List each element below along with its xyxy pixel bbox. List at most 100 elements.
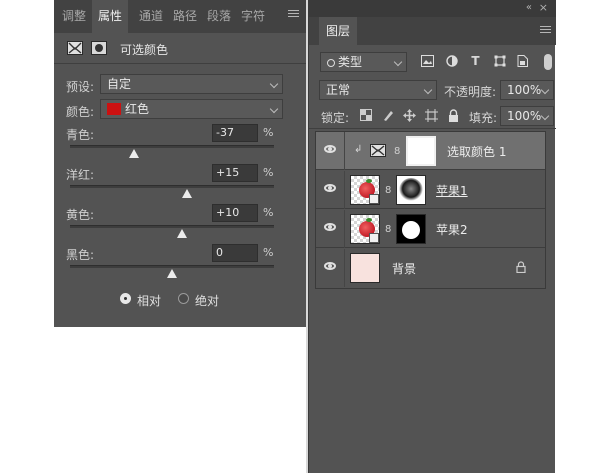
row-divider	[344, 210, 345, 248]
visibility-eye-icon[interactable]	[324, 223, 336, 231]
layers-list: ↲ 8 选取颜色 1 8 苹果1 8 苹果2 背景	[315, 131, 546, 289]
visibility-eye-icon[interactable]	[324, 145, 336, 153]
yellow-value-input[interactable]: +10	[212, 204, 258, 222]
link-chain-icon[interactable]: 8	[385, 224, 391, 235]
layer-row-selective-color[interactable]: ↲ 8 选取颜色 1	[316, 132, 545, 170]
apple-leaf	[366, 218, 372, 222]
pixel-filter-icon[interactable]	[421, 55, 434, 67]
preset-value: 自定	[107, 77, 132, 91]
link-chain-icon[interactable]: 8	[394, 146, 400, 157]
search-icon	[327, 59, 335, 67]
preset-select[interactable]: 自定	[100, 74, 283, 94]
properties-tab-bar: 调整 属性 通道 路径 段落 字符	[54, 0, 306, 33]
smart-object-filter-icon[interactable]	[516, 55, 529, 67]
filter-kind-select[interactable]: 类型	[320, 52, 407, 72]
close-icon[interactable]: ×	[539, 1, 548, 14]
row-divider	[344, 171, 345, 209]
panel-menu-icon[interactable]	[288, 10, 300, 22]
lock-position-icon[interactable]	[403, 109, 416, 122]
blend-mode-value: 正常	[326, 83, 351, 97]
layer-thumbnail[interactable]	[350, 253, 380, 283]
layer-filter-row: 类型 T	[309, 45, 556, 77]
chevron-down-icon	[540, 85, 550, 95]
layer-row-apple-2[interactable]: 8 苹果2	[316, 210, 545, 248]
selective-color-adjustment-icon[interactable]	[67, 41, 83, 55]
colors-select[interactable]: 红色	[100, 99, 283, 119]
yellow-slider-thumb[interactable]	[177, 229, 188, 238]
fill-input[interactable]: 100%	[500, 106, 554, 126]
yellow-unit: %	[263, 206, 274, 219]
lock-row: 锁定: 填充: 100%	[309, 103, 556, 129]
lock-transparent-pixels-icon[interactable]	[359, 109, 372, 122]
layers-tab-bar: 图层	[309, 17, 556, 45]
black-slider-track[interactable]	[70, 265, 274, 268]
adjustment-filter-icon[interactable]	[445, 55, 458, 67]
tab-paragraph[interactable]: 段落	[202, 0, 236, 33]
relative-radio[interactable]	[120, 293, 131, 304]
panel-menu-icon[interactable]	[540, 26, 552, 38]
layer-mask-thumbnail[interactable]	[396, 175, 426, 205]
layer-name[interactable]: 选取颜色 1	[447, 143, 506, 160]
layer-thumbnail[interactable]	[350, 175, 380, 205]
tab-properties[interactable]: 属性	[92, 0, 128, 33]
opacity-value: 100%	[507, 83, 542, 97]
colors-value: 红色	[125, 102, 150, 116]
tab-adjustments[interactable]: 调整	[58, 0, 90, 33]
colors-label: 颜色:	[66, 105, 95, 119]
link-chain-icon[interactable]: 8	[385, 185, 391, 196]
black-slider-thumb[interactable]	[167, 269, 177, 278]
layers-panel: « × 图层 类型 T 正常 不透明度: 100% 锁定: 填充: 100% ↲…	[308, 0, 556, 473]
chevron-down-icon	[269, 79, 279, 89]
cyan-label: 青色:	[66, 128, 95, 142]
smart-object-badge-icon	[369, 194, 379, 204]
type-filter-icon[interactable]: T	[469, 55, 482, 67]
layer-name[interactable]: 苹果1	[436, 182, 468, 199]
properties-header: 可选颜色	[54, 33, 306, 64]
artboard-lock-icon[interactable]	[425, 109, 438, 122]
layer-thumbnail[interactable]	[350, 214, 380, 244]
cyan-unit: %	[263, 126, 274, 139]
relative-label: 相对	[137, 294, 162, 308]
tab-paths[interactable]: 路径	[168, 0, 202, 33]
lock-image-pixels-icon[interactable]	[381, 109, 394, 122]
smart-object-badge-icon	[369, 233, 379, 243]
layer-mask-thumbnail[interactable]	[406, 136, 436, 166]
apple-leaf	[366, 179, 372, 183]
collapse-icon[interactable]: «	[526, 2, 532, 13]
method-radio-group: 相对 绝对	[54, 292, 306, 308]
layer-row-apple-1[interactable]: 8 苹果1	[316, 171, 545, 209]
filter-toggle-switch[interactable]	[544, 54, 552, 70]
cyan-value-input[interactable]: -37	[212, 124, 258, 142]
clipping-arrow-icon: ↲	[354, 144, 363, 155]
tab-character[interactable]: 字符	[236, 0, 270, 33]
layer-name[interactable]: 苹果2	[436, 221, 468, 238]
opacity-input[interactable]: 100%	[500, 80, 554, 100]
preset-label: 预设:	[66, 80, 95, 94]
shape-filter-icon[interactable]	[493, 55, 506, 67]
layer-mask-icon[interactable]	[91, 41, 107, 55]
visibility-eye-icon[interactable]	[324, 262, 336, 270]
black-value-input[interactable]: 0	[212, 244, 258, 262]
visibility-eye-icon[interactable]	[324, 184, 336, 192]
yellow-slider-track[interactable]	[70, 225, 274, 228]
magenta-value-input[interactable]: +15	[212, 164, 258, 182]
filter-kind-value: 类型	[338, 55, 363, 69]
panel-title-bar: « ×	[309, 0, 556, 17]
tab-channels[interactable]: 通道	[134, 0, 168, 33]
layer-row-background[interactable]: 背景	[316, 249, 545, 287]
blend-row: 正常 不透明度: 100%	[309, 77, 556, 103]
blend-mode-select[interactable]: 正常	[319, 80, 437, 100]
cyan-slider-track[interactable]	[70, 145, 274, 148]
magenta-slider-track[interactable]	[70, 185, 274, 188]
row-divider	[344, 132, 345, 170]
yellow-label: 黄色:	[66, 208, 95, 222]
absolute-radio[interactable]	[178, 293, 189, 304]
color-swatch	[107, 103, 121, 115]
layer-name[interactable]: 背景	[392, 260, 416, 277]
cyan-slider-thumb[interactable]	[129, 149, 140, 158]
magenta-slider-thumb[interactable]	[182, 189, 193, 198]
layer-mask-thumbnail[interactable]	[396, 214, 426, 244]
lock-all-icon[interactable]	[447, 109, 460, 122]
tab-layers[interactable]: 图层	[319, 17, 357, 45]
lock-label: 锁定:	[321, 111, 350, 125]
